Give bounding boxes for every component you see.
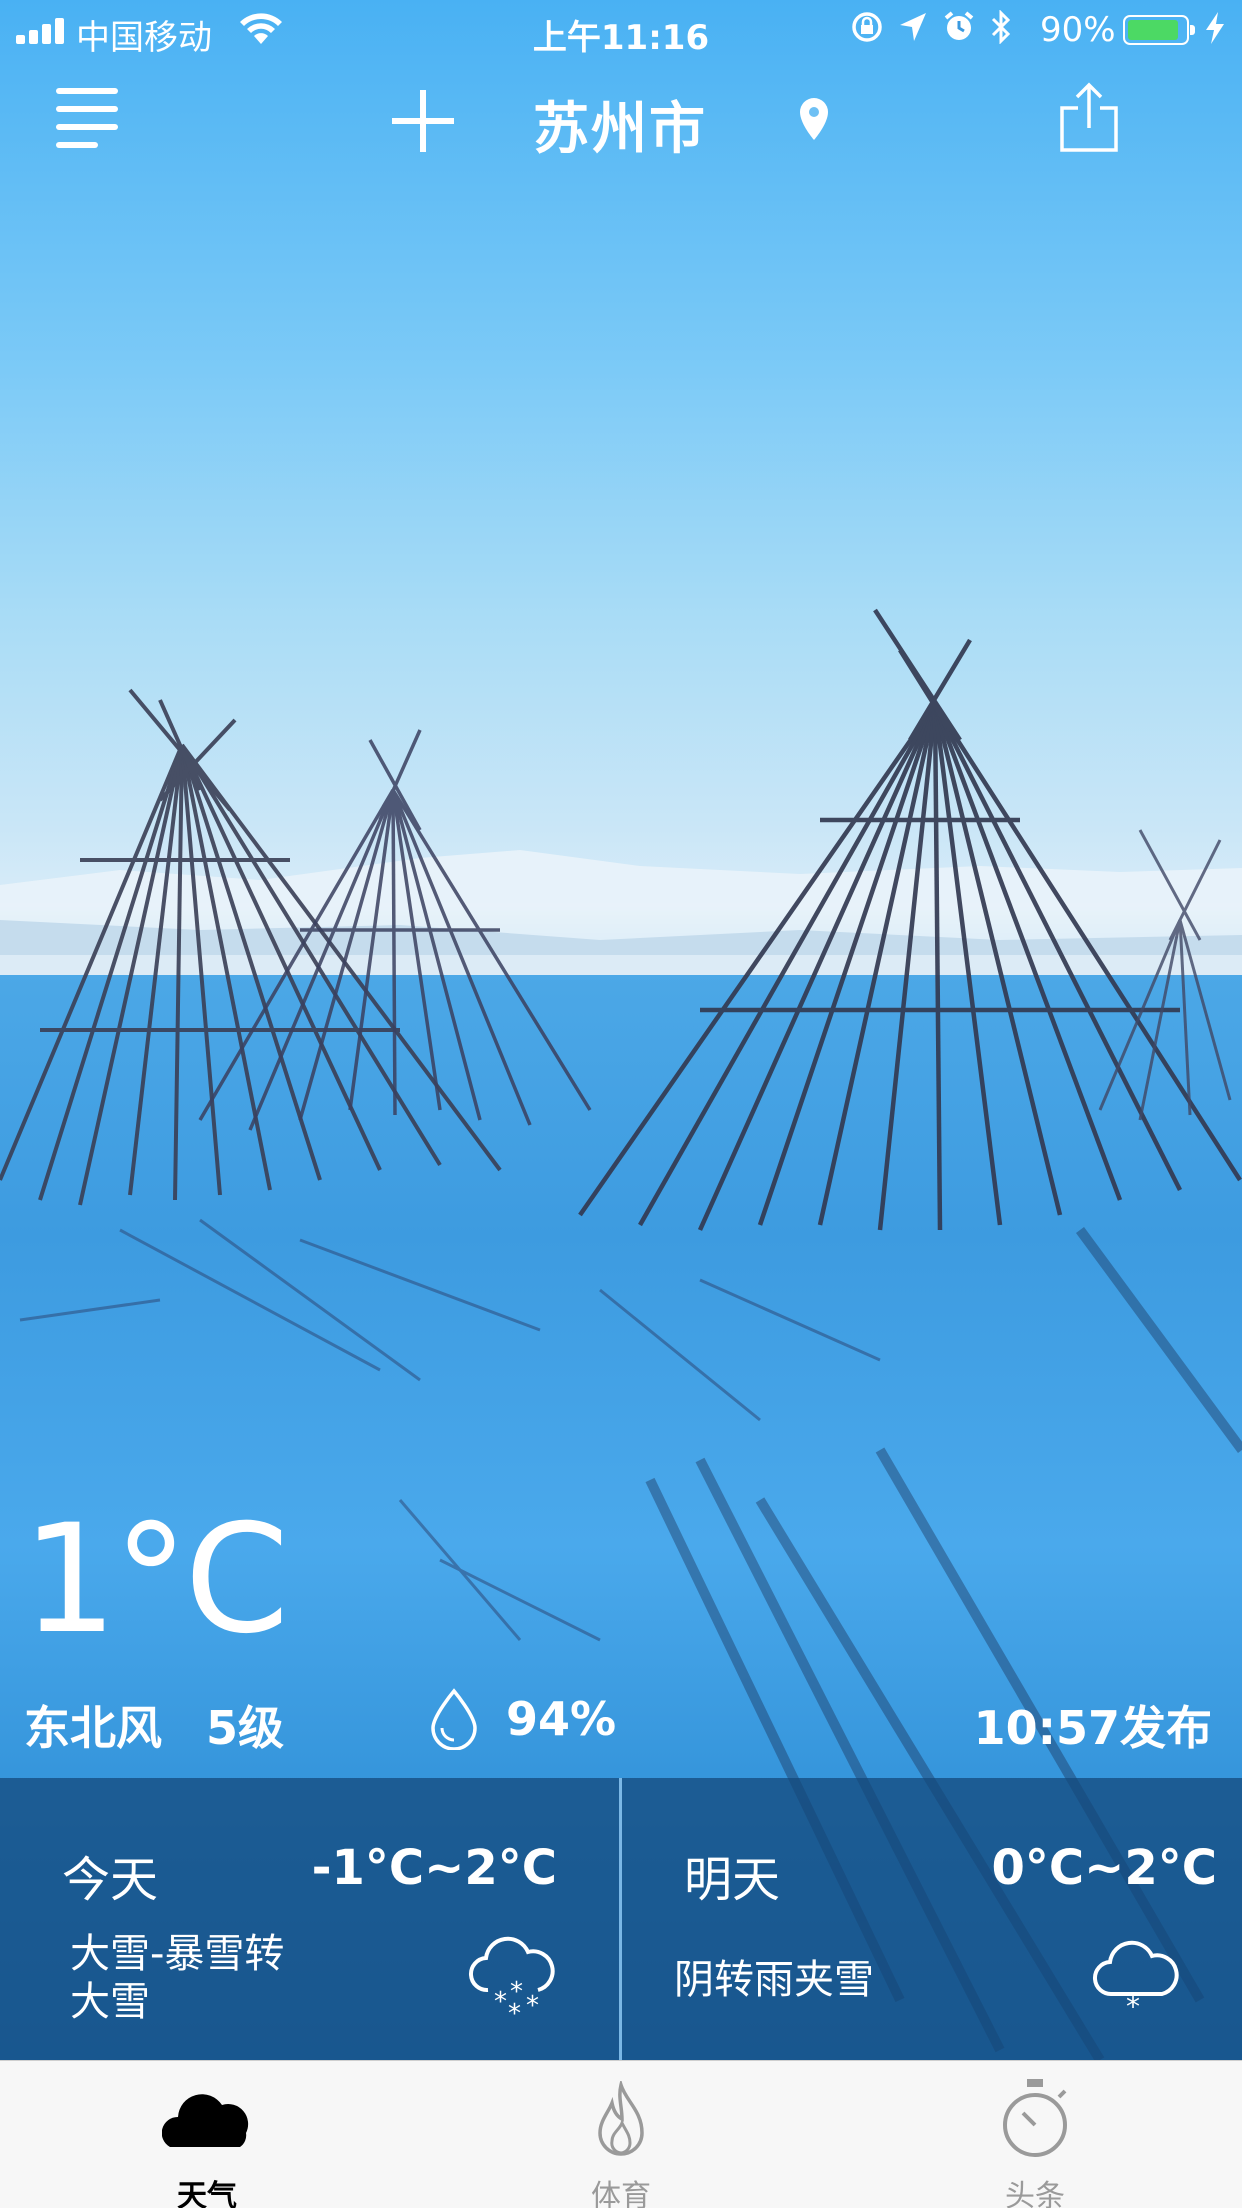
svg-text:*: * xyxy=(494,1987,507,2017)
battery-fill xyxy=(1128,20,1178,40)
weather-screen: 中国移动 上午11:16 90% 苏州市 1°C 东北风 5级 94% 10:5… xyxy=(0,0,1242,2208)
wind-direction: 东北风 xyxy=(24,1701,162,1755)
forecast-temp-range: 0°C~2°C xyxy=(991,1840,1217,1896)
stopwatch-icon xyxy=(1003,2079,1067,2157)
tab-label: 天气 xyxy=(177,2179,237,2208)
tab-label: 头条 xyxy=(1005,2179,1065,2208)
battery-percent: 90% xyxy=(1040,10,1116,50)
tab-sports[interactable]: 体育 xyxy=(414,2061,828,2208)
battery-icon xyxy=(1123,15,1195,45)
forecast-today[interactable]: 今天 -1°C~2°C 大雪-暴雪转 大雪 * * * * xyxy=(0,1778,619,2060)
humidity-info: 94% xyxy=(428,1688,616,1750)
forecast-temp-range: -1°C~2°C xyxy=(311,1840,557,1896)
forecast-tomorrow[interactable]: 明天 0°C~2°C 阴转雨夹雪 * xyxy=(622,1778,1241,2060)
forecast-desc: 阴转雨夹雪 xyxy=(674,1957,874,2003)
status-icons xyxy=(850,10,1012,44)
publish-time: 10:57发布 xyxy=(973,1701,1212,1755)
status-bar: 中国移动 上午11:16 90% xyxy=(0,0,1242,60)
tab-label: 体育 xyxy=(591,2179,651,2208)
bluetooth-icon xyxy=(991,10,1011,44)
forecast-day-label: 今天 xyxy=(62,1852,159,1908)
forecast-panel: 今天 -1°C~2°C 大雪-暴雪转 大雪 * * * * 明天 0°C~2°C… xyxy=(0,1778,1242,2060)
forecast-day-label: 明天 xyxy=(684,1852,781,1908)
add-icon[interactable] xyxy=(388,90,458,152)
humidity-drop-icon xyxy=(431,1688,477,1750)
location-arrow-icon xyxy=(900,13,926,41)
top-nav: 苏州市 xyxy=(0,60,1242,180)
rotation-lock-icon xyxy=(852,12,882,42)
charging-icon xyxy=(1206,12,1224,44)
city-name[interactable]: 苏州市 xyxy=(480,84,760,165)
forecast-desc: 大雪-暴雪转 大雪 xyxy=(70,1930,284,2026)
current-temperature: 1°C xyxy=(22,1493,289,1667)
forecast-desc-line1: 大雪-暴雪转 xyxy=(70,1931,285,1977)
tab-bar: 天气 体育 头条 xyxy=(0,2060,1242,2208)
svg-text:*: * xyxy=(1126,1990,1140,2016)
share-icon[interactable] xyxy=(1058,82,1120,154)
location-pin-icon[interactable] xyxy=(796,96,832,144)
wind-level: 5级 xyxy=(206,1701,285,1755)
svg-text:*: * xyxy=(508,1999,521,2020)
humidity-value: 94% xyxy=(506,1692,617,1746)
cloud-icon xyxy=(162,2094,249,2147)
menu-icon[interactable] xyxy=(56,88,122,150)
tab-weather[interactable]: 天气 xyxy=(0,2061,414,2208)
flame-icon xyxy=(598,2081,644,2156)
heavy-snow-icon: * * * * xyxy=(469,1936,555,2020)
svg-text:*: * xyxy=(526,1991,539,2020)
wind-info: 东北风 5级 xyxy=(24,1692,284,1758)
sleet-icon: * xyxy=(1093,1940,1179,2016)
forecast-desc-line2: 大雪 xyxy=(70,1979,150,2025)
alarm-icon xyxy=(944,11,974,40)
tab-headlines[interactable]: 头条 xyxy=(828,2061,1242,2208)
